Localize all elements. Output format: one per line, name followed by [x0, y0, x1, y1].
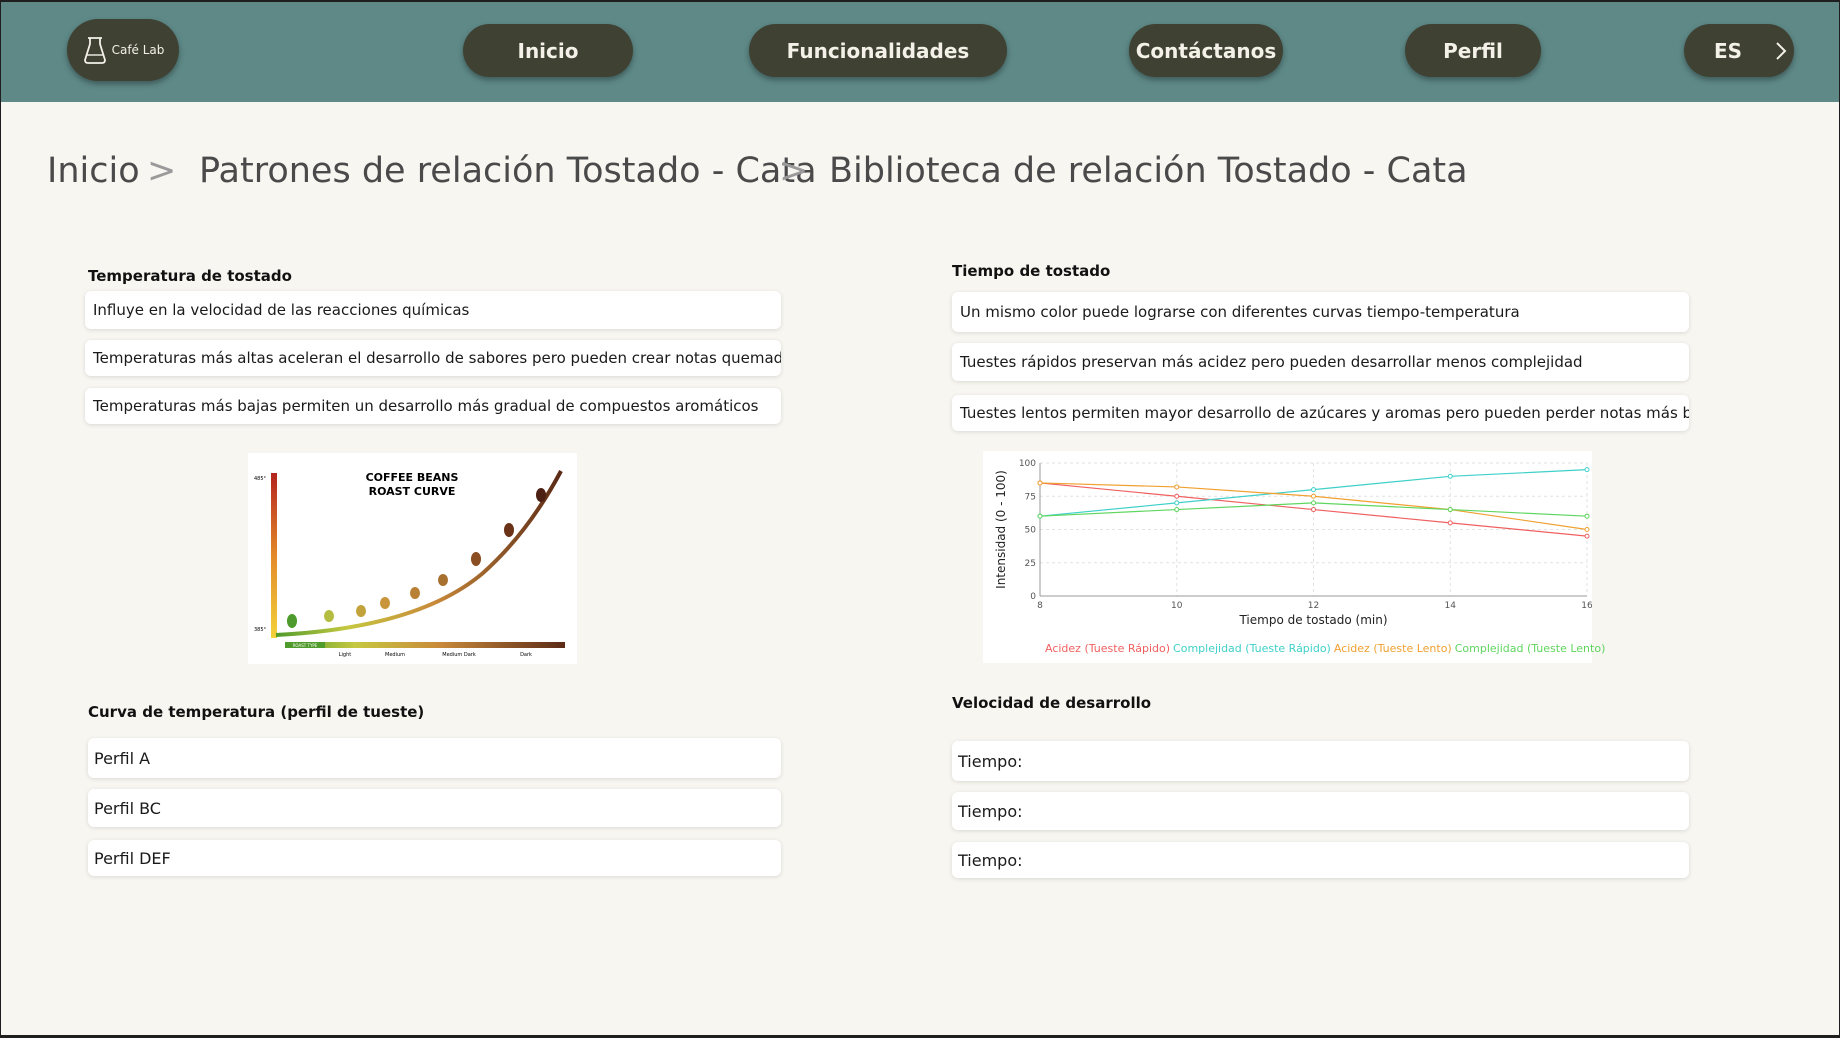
page: Café Lab Inicio Funcionalidades Contácta…	[1, 2, 1839, 1035]
tiempo-item: Tuestes rápidos preservan más acidez per…	[952, 343, 1689, 381]
data-point	[1037, 480, 1043, 486]
breadcrumb-separator: >	[147, 151, 177, 191]
temp-bottom-label: 385°	[254, 627, 267, 633]
data-point	[1174, 500, 1180, 506]
y-tick-label: 50	[1025, 526, 1037, 536]
tiempo-item: Tuestes lentos permiten mayor desarrollo…	[952, 395, 1689, 431]
y-tick-label: 25	[1025, 559, 1036, 569]
curva-title: Curva de temperatura (perfil de tueste)	[88, 703, 425, 721]
data-point	[1174, 507, 1180, 513]
data-point	[1311, 487, 1316, 493]
tiempo-field[interactable]: Tiempo:	[952, 842, 1689, 878]
tiempo-title: Tiempo de tostado	[952, 262, 1111, 280]
x-tick-label: 10	[1171, 601, 1183, 611]
roast-title-line2: ROAST CURVE	[369, 485, 456, 498]
data-point	[1447, 507, 1453, 513]
legend-item: Complejidad (Tueste Lento)	[1454, 642, 1606, 655]
perfil-item[interactable]: Perfil DEF	[88, 840, 781, 876]
nav-perfil-button[interactable]: Perfil	[1405, 24, 1541, 77]
legend-item: Acidez (Tueste Rápido)	[1045, 642, 1171, 655]
perfil-item[interactable]: Perfil BC	[88, 789, 781, 827]
data-point	[1174, 493, 1180, 499]
roast-title-line1: COFFEE BEANS	[366, 471, 459, 484]
nav-contactanos-button[interactable]: Contáctanos	[1129, 24, 1283, 77]
bar-label: ROAST TYPE	[293, 643, 318, 648]
legend-item: Complejidad (Tueste Rápido)	[1173, 642, 1331, 655]
top-navbar: Café Lab Inicio Funcionalidades Contácta…	[1, 2, 1839, 102]
temperatura-item: Temperaturas más bajas permiten un desar…	[85, 388, 781, 424]
perfil-item[interactable]: Perfil A	[88, 738, 781, 778]
data-point	[1447, 520, 1453, 526]
coffee-bean-icons	[287, 488, 546, 628]
bar-label: Dark	[520, 652, 532, 658]
x-tick-label: 12	[1308, 601, 1319, 611]
tiempo-field[interactable]: Tiempo:	[952, 741, 1689, 781]
coffee-maker-icon	[83, 37, 106, 64]
logo-button[interactable]: Café Lab	[67, 19, 179, 81]
bar-label: Medium	[385, 652, 405, 658]
data-point	[1311, 507, 1316, 513]
bar-label: Medium Dark	[442, 652, 476, 658]
language-label: ES	[1714, 38, 1743, 63]
language-button[interactable]: ES	[1684, 24, 1794, 77]
logo-text: Café Lab	[111, 43, 165, 57]
tiempo-item: Un mismo color puede lograrse con difere…	[952, 292, 1689, 332]
chart-legend: Acidez (Tueste Rápido) Complejidad (Tuest…	[1045, 642, 1608, 655]
temperatura-item: Influye en la velocidad de las reaccione…	[85, 291, 781, 329]
roast-curve-image: 485° 385° COFFEE BEANS ROAST CURVE ROAST…	[248, 453, 577, 664]
breadcrumb-separator: >	[779, 151, 809, 191]
nav-funcionalidades-button[interactable]: Funcionalidades	[749, 24, 1007, 77]
breadcrumb-inicio[interactable]: Inicio	[47, 151, 140, 191]
data-point	[1311, 493, 1316, 499]
intensity-chart-svg: 0 25 50 75 100 8 10 12 14 16 Tiempo de tostado (mi…	[994, 459, 1593, 627]
legend-item: Acidez (Tueste Lento)	[1333, 642, 1452, 655]
data-point	[1311, 500, 1316, 506]
y-tick-label: 100	[1019, 459, 1036, 469]
x-axis-label: Tiempo de tostado (min)	[1238, 613, 1387, 627]
bar-label: Light	[339, 652, 352, 658]
tiempo-field[interactable]: Tiempo:	[952, 792, 1689, 830]
data-point	[1584, 533, 1590, 539]
x-tick-label: 14	[1445, 601, 1457, 611]
data-point	[1037, 513, 1043, 519]
y-tick-label: 75	[1025, 492, 1036, 502]
y-axis-label: Intensidad (0 - 100)	[994, 470, 1008, 589]
velocidad-title: Velocidad de desarrollo	[952, 694, 1152, 712]
temperatura-item: Temperaturas más altas aceleran el desar…	[85, 340, 781, 376]
y-tick-label: 0	[1030, 592, 1036, 602]
data-point	[1174, 484, 1180, 490]
intensity-chart: 0 25 50 75 100 8 10 12 14 16 Tiempo de tostado (mi…	[983, 451, 1593, 663]
data-point	[1584, 527, 1590, 532]
breadcrumb-biblioteca[interactable]: Biblioteca de relación Tostado - Cata	[829, 151, 1468, 191]
data-point	[1584, 467, 1590, 473]
x-tick-label: 8	[1037, 601, 1043, 611]
data-point	[1584, 513, 1590, 519]
nav-inicio-button[interactable]: Inicio	[463, 24, 633, 77]
breadcrumb-patrones[interactable]: Patrones de relación Tostado - Cata	[199, 151, 817, 191]
temp-top-label: 485°	[254, 476, 267, 482]
temperatura-title: Temperatura de tostado	[88, 267, 292, 285]
chevron-right-icon	[1776, 41, 1787, 60]
data-point	[1447, 473, 1453, 479]
x-tick-label: 16	[1581, 601, 1592, 611]
